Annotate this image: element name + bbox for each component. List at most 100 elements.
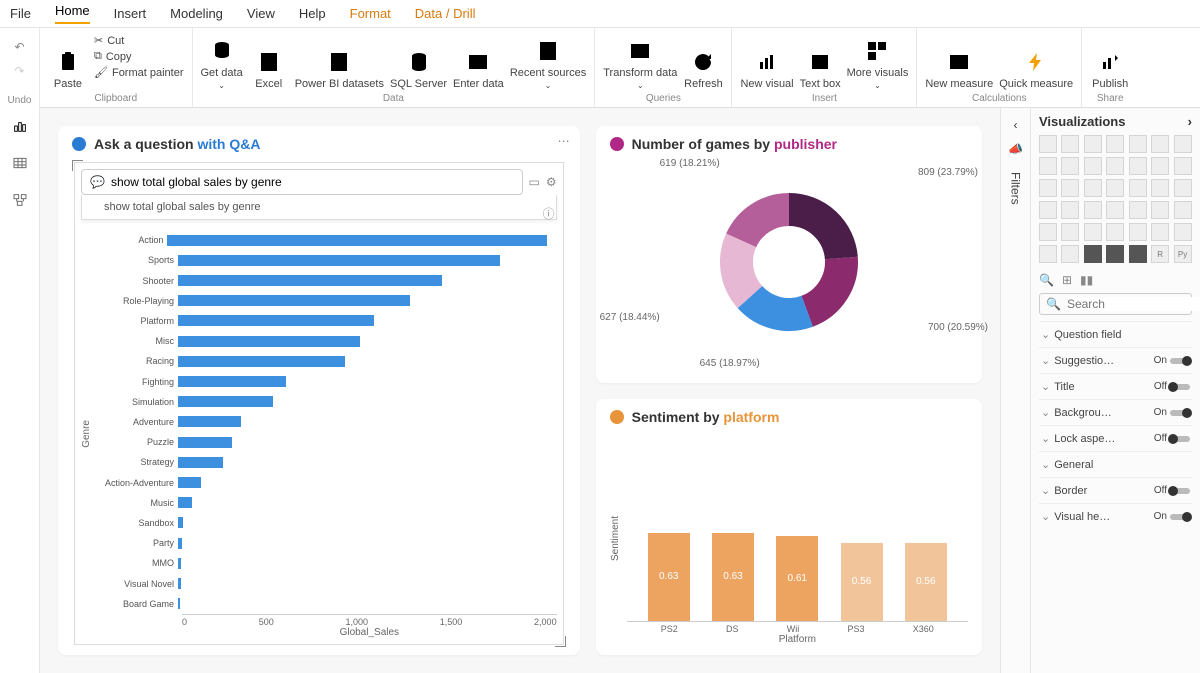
viz-type-icon[interactable] — [1174, 201, 1192, 219]
viz-type-icon[interactable] — [1061, 223, 1079, 241]
toggle[interactable]: Off — [1154, 381, 1190, 392]
toggle[interactable]: On — [1154, 355, 1190, 366]
qna-input-field[interactable] — [111, 175, 514, 189]
viz-type-icon[interactable] — [1174, 179, 1192, 197]
viz-type-icon[interactable] — [1106, 245, 1124, 263]
viz-type-icon[interactable] — [1084, 223, 1102, 241]
toggle[interactable]: Off — [1154, 485, 1190, 496]
viz-type-icon[interactable] — [1061, 201, 1079, 219]
model-view-icon[interactable] — [12, 192, 28, 211]
viz-type-icon[interactable] — [1039, 157, 1057, 175]
refresh-button[interactable]: Refresh — [683, 32, 723, 90]
get-data-button[interactable]: Get data⌄ — [201, 32, 243, 90]
viz-type-icon[interactable] — [1129, 201, 1147, 219]
viz-type-icon[interactable] — [1106, 135, 1124, 153]
toggle[interactable]: Off — [1154, 433, 1190, 444]
viz-type-icon[interactable] — [1039, 201, 1057, 219]
property-row[interactable]: ⌄Backgrou…On — [1039, 399, 1192, 425]
report-view-icon[interactable] — [12, 118, 28, 137]
viz-type-icon[interactable]: R — [1151, 245, 1169, 263]
viz-type-icon[interactable] — [1174, 135, 1192, 153]
viz-type-icon[interactable] — [1106, 179, 1124, 197]
viz-type-icon[interactable] — [1039, 135, 1057, 153]
viz-type-icon[interactable] — [1129, 245, 1147, 263]
excel-button[interactable]: Excel — [249, 32, 289, 90]
viz-type-icon[interactable] — [1174, 157, 1192, 175]
new-measure-button[interactable]: New measure — [925, 32, 993, 90]
viz-type-icon[interactable] — [1039, 223, 1057, 241]
viz-type-icon[interactable] — [1151, 223, 1169, 241]
viz-type-icon[interactable] — [1106, 223, 1124, 241]
info-icon[interactable]: ⓘ — [543, 205, 555, 222]
viz-type-icon[interactable] — [1084, 157, 1102, 175]
viz-type-icon[interactable] — [1084, 201, 1102, 219]
viz-type-icon[interactable] — [1151, 135, 1169, 153]
viz-type-icon[interactable] — [1129, 135, 1147, 153]
menu-help[interactable]: Help — [299, 6, 326, 21]
viz-type-icon[interactable] — [1106, 157, 1124, 175]
recent-sources-button[interactable]: Recent sources⌄ — [510, 32, 586, 90]
property-row[interactable]: ⌄Lock aspe…Off — [1039, 425, 1192, 451]
menu-home[interactable]: Home — [55, 3, 90, 24]
viz-type-icon[interactable] — [1061, 245, 1079, 263]
menu-file[interactable]: File — [10, 6, 31, 21]
menu-datadrill[interactable]: Data / Drill — [415, 6, 476, 21]
undo-icon[interactable]: ↶ — [14, 40, 24, 54]
viz-type-icon[interactable]: Py — [1174, 245, 1192, 263]
gear-icon[interactable]: ⚙ — [546, 175, 557, 189]
viz-type-icon[interactable] — [1061, 179, 1079, 197]
viz-type-icon[interactable] — [1061, 135, 1079, 153]
menu-insert[interactable]: Insert — [114, 6, 147, 21]
viz-type-icon[interactable] — [1151, 179, 1169, 197]
viz-type-icon[interactable] — [1039, 245, 1057, 263]
paste-button[interactable]: Paste — [48, 32, 88, 90]
qna-input[interactable]: 💬 — [81, 169, 523, 195]
cut-button[interactable]: ✂Cut — [94, 34, 184, 47]
data-view-icon[interactable] — [12, 155, 28, 174]
toggle[interactable]: On — [1154, 511, 1190, 522]
enter-data-button[interactable]: Enter data — [453, 32, 504, 90]
viz-type-icon[interactable] — [1061, 157, 1079, 175]
menu-format[interactable]: Format — [350, 6, 391, 21]
viz-type-icon[interactable] — [1129, 157, 1147, 175]
viz-type-icon[interactable] — [1129, 223, 1147, 241]
expand-icon[interactable]: › — [1188, 114, 1192, 129]
toggle[interactable]: On — [1154, 407, 1190, 418]
property-row[interactable]: ⌄BorderOff — [1039, 477, 1192, 503]
filters-tab[interactable]: Filters — [1009, 172, 1023, 205]
menu-view[interactable]: View — [247, 6, 275, 21]
pbi-datasets-button[interactable]: Power BI datasets — [295, 32, 384, 90]
redo-icon[interactable]: ↷ — [14, 64, 24, 78]
search-icon[interactable]: 🔍 — [1039, 273, 1054, 287]
property-row[interactable]: ⌄Question field — [1039, 321, 1192, 347]
format-icon[interactable]: ▮▮ — [1080, 273, 1093, 287]
viz-type-icon[interactable] — [1106, 201, 1124, 219]
qna-visual[interactable]: ⋯ Ask a question with Q&A 💬 ▭ ⚙ show tot… — [58, 126, 580, 655]
convert-icon[interactable]: ▭ — [529, 175, 540, 189]
property-row[interactable]: ⌄Visual he…On — [1039, 503, 1192, 529]
more-visuals-button[interactable]: More visuals⌄ — [847, 32, 909, 90]
viz-type-icon[interactable] — [1084, 179, 1102, 197]
format-painter-button[interactable]: 🖌Format painter — [94, 66, 184, 79]
quick-measure-button[interactable]: Quick measure — [999, 32, 1073, 90]
viz-type-icon[interactable] — [1084, 245, 1102, 263]
viz-type-icon[interactable] — [1151, 157, 1169, 175]
viz-type-icon[interactable] — [1039, 179, 1057, 197]
sentiment-visual[interactable]: Sentiment by platform Sentiment 0.630.63… — [596, 399, 982, 656]
text-box-button[interactable]: Text box — [800, 32, 841, 90]
collapse-icon[interactable]: ‹ — [1014, 118, 1018, 132]
announce-icon[interactable]: 📣 — [1008, 142, 1023, 156]
property-row[interactable]: ⌄TitleOff — [1039, 373, 1192, 399]
fields-icon[interactable]: ⊞ — [1062, 273, 1072, 287]
more-options-icon[interactable]: ⋯ — [558, 134, 570, 148]
transform-data-button[interactable]: Transform data⌄ — [603, 32, 677, 90]
property-row[interactable]: ⌄General — [1039, 451, 1192, 477]
new-visual-button[interactable]: New visual — [740, 32, 793, 90]
viz-search-field[interactable] — [1067, 297, 1200, 311]
copy-button[interactable]: ⧉Copy — [94, 50, 184, 63]
menu-modeling[interactable]: Modeling — [170, 6, 223, 21]
qna-suggestion[interactable]: show total global sales by genre — [81, 195, 557, 220]
viz-type-icon[interactable] — [1129, 179, 1147, 197]
viz-type-icon[interactable] — [1084, 135, 1102, 153]
publisher-visual[interactable]: Number of games by publisher 809 (23.79%… — [596, 126, 982, 383]
